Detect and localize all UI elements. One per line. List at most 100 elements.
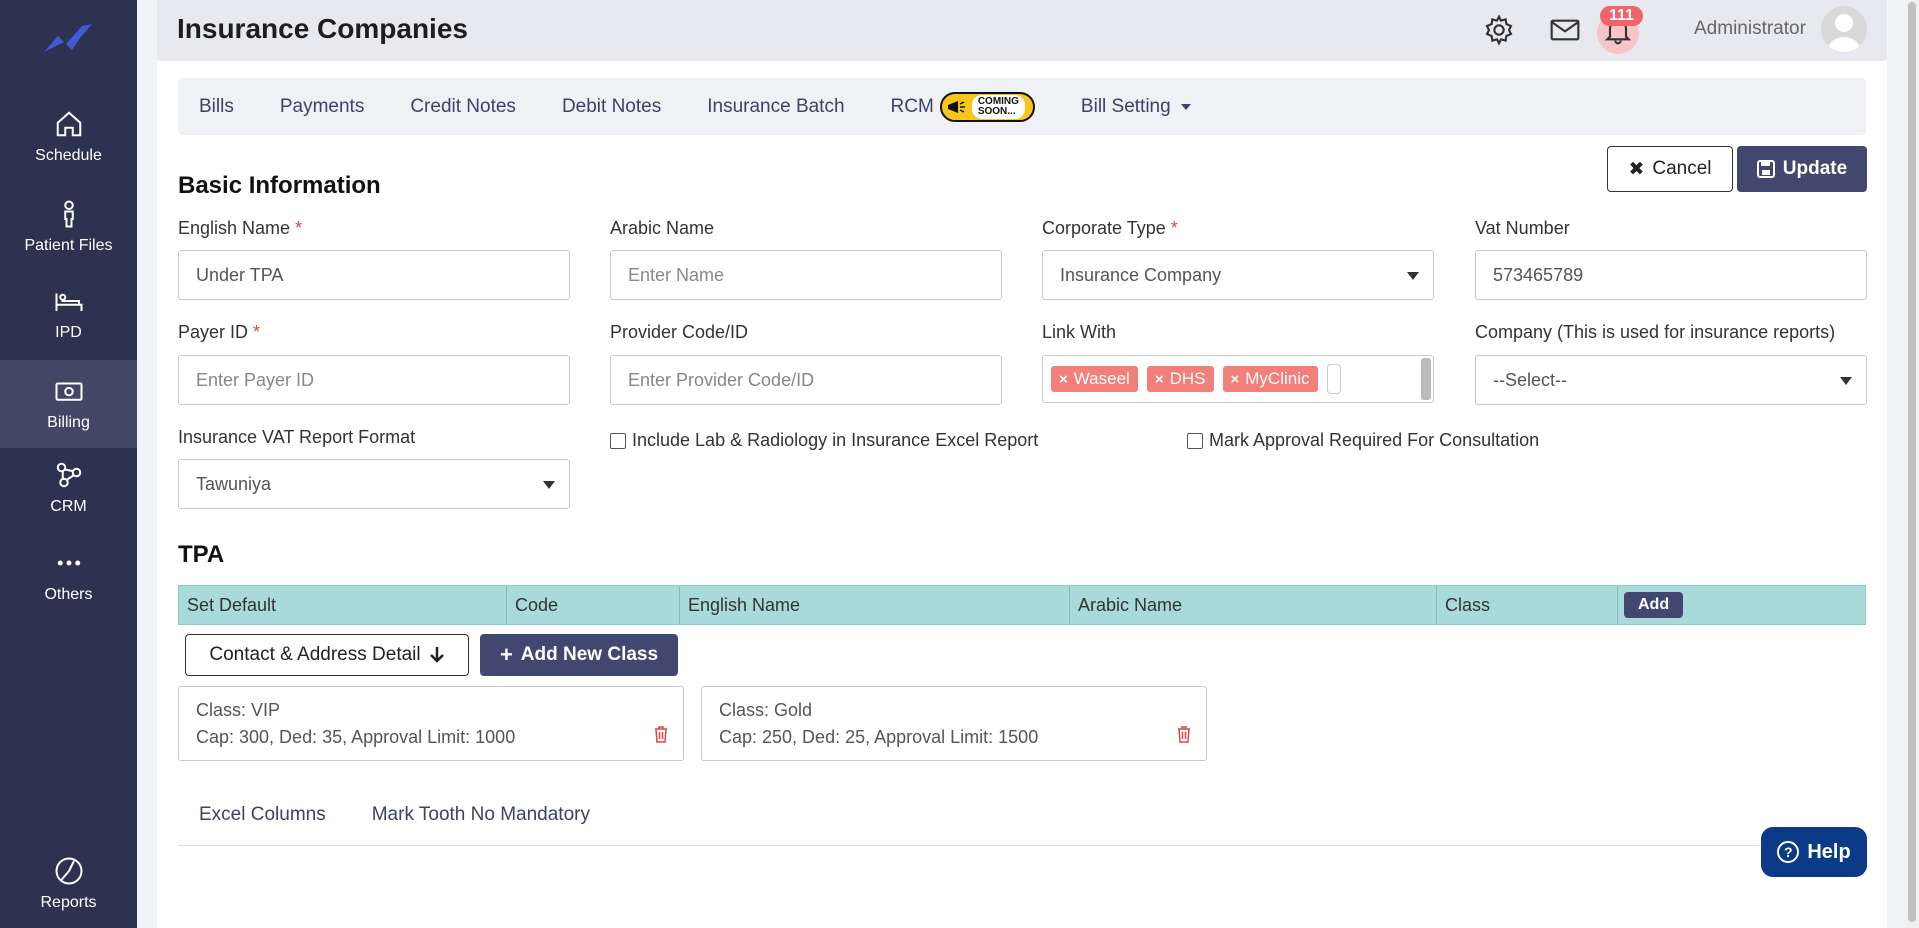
include-lab-checkbox[interactable]: Include Lab & Radiology in Insurance Exc… bbox=[610, 430, 1038, 451]
sidebar-item-patient-files[interactable]: Patient Files bbox=[0, 183, 137, 271]
sidebar-item-crm[interactable]: CRM bbox=[0, 444, 137, 532]
column-header: Arabic Name bbox=[1070, 586, 1437, 624]
cancel-button[interactable]: ✖ Cancel bbox=[1607, 146, 1733, 192]
vat-number-field[interactable]: 573465789 bbox=[1475, 250, 1867, 300]
tab-excel-columns[interactable]: Excel Columns bbox=[199, 804, 326, 826]
gear-icon[interactable] bbox=[1483, 14, 1515, 46]
network-icon bbox=[56, 462, 81, 488]
bottom-tabs: Excel Columns Mark Tooth No Mandatory bbox=[199, 804, 590, 826]
checkbox-box[interactable] bbox=[1187, 432, 1203, 449]
include-lab-label: Include Lab & Radiology in Insurance Exc… bbox=[632, 430, 1039, 450]
coming-soon-badge: COMING SOON... bbox=[939, 91, 1035, 122]
tagbox-scrollbar[interactable] bbox=[1421, 358, 1431, 400]
tab-bill-setting-label: Bill Setting bbox=[1080, 95, 1171, 117]
remove-tag-icon[interactable]: × bbox=[1231, 371, 1240, 388]
add-new-class-label: Add New Class bbox=[520, 644, 659, 665]
link-tag: × MyClinic bbox=[1222, 366, 1318, 392]
arrow-down-icon bbox=[429, 647, 444, 663]
remove-tag-icon[interactable]: × bbox=[1059, 371, 1068, 388]
tab-mark-tooth[interactable]: Mark Tooth No Mandatory bbox=[372, 804, 590, 826]
sidebar-item-label: Others bbox=[44, 586, 93, 603]
company-select[interactable]: --Select-- bbox=[1475, 355, 1867, 405]
tab-debit-notes[interactable]: Debit Notes bbox=[562, 96, 661, 118]
dots-icon bbox=[57, 560, 80, 566]
megaphone-icon bbox=[947, 100, 965, 113]
english-name-label: English Name * bbox=[178, 218, 302, 239]
class-card: Class: VIP Cap: 300, Ded: 35, Approval L… bbox=[178, 686, 684, 761]
column-header: Set Default bbox=[179, 586, 507, 624]
contact-address-button[interactable]: Contact & Address Detail bbox=[185, 634, 469, 676]
required-mark: * bbox=[295, 218, 303, 238]
arabic-name-label: Arabic Name bbox=[610, 218, 715, 238]
link-tag-label: DHS bbox=[1169, 369, 1206, 388]
link-with-multiselect[interactable]: × Waseel × DHS × MyClinic bbox=[1042, 355, 1434, 403]
help-button[interactable]: ? Help bbox=[1761, 827, 1867, 877]
vat-number-label: Vat Number bbox=[1475, 218, 1570, 238]
required-mark: * bbox=[253, 322, 261, 342]
tab-insurance-batch[interactable]: Insurance Batch bbox=[707, 96, 844, 118]
sidebar-item-label: Billing bbox=[47, 414, 90, 431]
home-icon bbox=[56, 111, 81, 137]
vat-report-format-select[interactable]: Tawuniya bbox=[178, 459, 570, 509]
corporate-type-label: Corporate Type * bbox=[1042, 218, 1178, 239]
tab-bills[interactable]: Bills bbox=[199, 96, 234, 118]
class-name: Class: Gold bbox=[719, 700, 813, 720]
sidebar-item-billing[interactable]: Billing bbox=[0, 360, 137, 448]
scrollbar-thumb[interactable] bbox=[1908, 2, 1916, 922]
page-title: Insurance Companies bbox=[177, 13, 468, 44]
english-name-field[interactable]: Under TPA bbox=[178, 250, 570, 300]
link-with-label: Link With bbox=[1042, 322, 1117, 342]
payer-id-label: Payer ID * bbox=[178, 322, 260, 343]
sidebar-item-ipd[interactable]: IPD bbox=[0, 270, 137, 358]
payer-id-label-text: Payer ID bbox=[178, 322, 249, 342]
corporate-type-select[interactable]: Insurance Company bbox=[1042, 250, 1434, 300]
tag-input[interactable] bbox=[1326, 364, 1341, 394]
tab-rcm[interactable]: RCM COMING SOON... bbox=[891, 91, 1035, 122]
column-header: Code bbox=[507, 586, 680, 624]
vat-report-format-label: Insurance VAT Report Format bbox=[178, 427, 416, 447]
update-button[interactable]: Update bbox=[1737, 146, 1867, 192]
header: Insurance Companies 111 Administrator bbox=[157, 0, 1887, 61]
chevron-down-icon bbox=[1180, 103, 1191, 110]
user-name[interactable]: Administrator bbox=[1694, 18, 1806, 40]
section-title-basic-info: Basic Information bbox=[178, 172, 381, 199]
sidebar-item-schedule[interactable]: Schedule bbox=[0, 93, 137, 181]
arabic-name-field[interactable]: Enter Name bbox=[610, 250, 1002, 300]
trash-icon[interactable] bbox=[653, 725, 669, 743]
avatar[interactable] bbox=[1821, 6, 1867, 52]
column-header: English Name bbox=[680, 586, 1070, 624]
add-new-class-button[interactable]: + Add New Class bbox=[480, 634, 678, 676]
tab-credit-notes[interactable]: Credit Notes bbox=[410, 96, 516, 118]
column-header-actions: Add bbox=[1618, 586, 1684, 624]
remove-tag-icon[interactable]: × bbox=[1155, 371, 1164, 388]
link-tag-label: MyClinic bbox=[1245, 369, 1310, 388]
sidebar-item-label: CRM bbox=[50, 498, 87, 515]
envelope-icon[interactable] bbox=[1549, 14, 1581, 46]
sidebar: Schedule Patient Files IPD Billing CRM O… bbox=[0, 0, 137, 928]
trash-icon[interactable] bbox=[1176, 725, 1192, 743]
sidebar-item-others[interactable]: Others bbox=[0, 532, 137, 620]
user-avatar-icon bbox=[1827, 14, 1861, 52]
link-tag: × DHS bbox=[1146, 366, 1214, 392]
coming-soon-text: COMING SOON... bbox=[971, 94, 1025, 119]
company-label: Company (This is used for insurance repo… bbox=[1475, 322, 1836, 342]
close-icon: ✖ bbox=[1628, 158, 1645, 180]
app-logo-icon[interactable] bbox=[42, 18, 94, 58]
class-details: Cap: 300, Ded: 35, Approval Limit: 1000 bbox=[196, 727, 516, 747]
column-header: Class bbox=[1437, 586, 1618, 624]
mark-approval-checkbox[interactable]: Mark Approval Required For Consultation bbox=[1187, 430, 1539, 451]
page-scrollbar[interactable] bbox=[1905, 0, 1919, 928]
payer-id-field[interactable]: Enter Payer ID bbox=[178, 355, 570, 405]
checkbox-box[interactable] bbox=[610, 432, 626, 449]
question-icon: ? bbox=[1777, 841, 1800, 863]
tab-bill-setting[interactable]: Bill Setting bbox=[1081, 96, 1191, 118]
add-tpa-button[interactable]: Add bbox=[1624, 592, 1684, 618]
tab-payments[interactable]: Payments bbox=[280, 96, 364, 118]
divider bbox=[178, 845, 1866, 846]
notification-badge: 111 bbox=[1600, 6, 1643, 26]
provider-code-field[interactable]: Enter Provider Code/ID bbox=[610, 355, 1002, 405]
link-tag-label: Waseel bbox=[1073, 369, 1130, 388]
sidebar-item-reports[interactable]: Reports bbox=[0, 840, 137, 928]
save-icon bbox=[1756, 160, 1775, 178]
main-content: Insurance Companies 111 Administrator Bi… bbox=[157, 0, 1887, 928]
